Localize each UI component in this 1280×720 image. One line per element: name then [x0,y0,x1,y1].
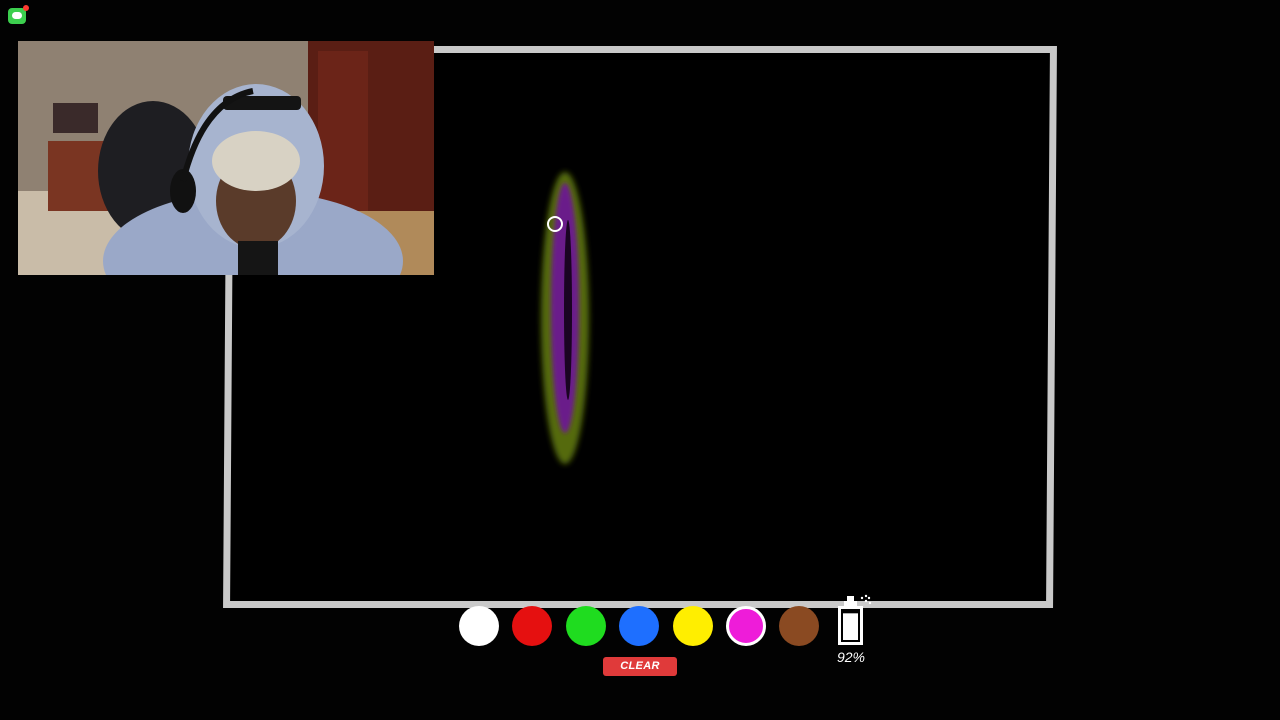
color-palette [459,606,821,648]
color-swatch-white[interactable] [459,606,499,646]
color-swatch-blue[interactable] [619,606,659,646]
color-swatch-brown[interactable] [779,606,819,646]
paint-level-fill [843,613,858,640]
color-swatch-green[interactable] [566,606,606,646]
game-stage: CLEAR 92% [0,0,1280,720]
color-swatch-yellow[interactable] [673,606,713,646]
color-swatch-red[interactable] [512,606,552,646]
spray-can-icon [838,594,872,645]
color-swatch-magenta[interactable] [726,606,766,646]
clear-button[interactable]: CLEAR [603,657,677,676]
stroke-core [564,220,572,400]
webcam-overlay [18,41,434,275]
brush-cursor-icon [547,216,563,232]
paint-level-label: 92% [836,649,866,665]
